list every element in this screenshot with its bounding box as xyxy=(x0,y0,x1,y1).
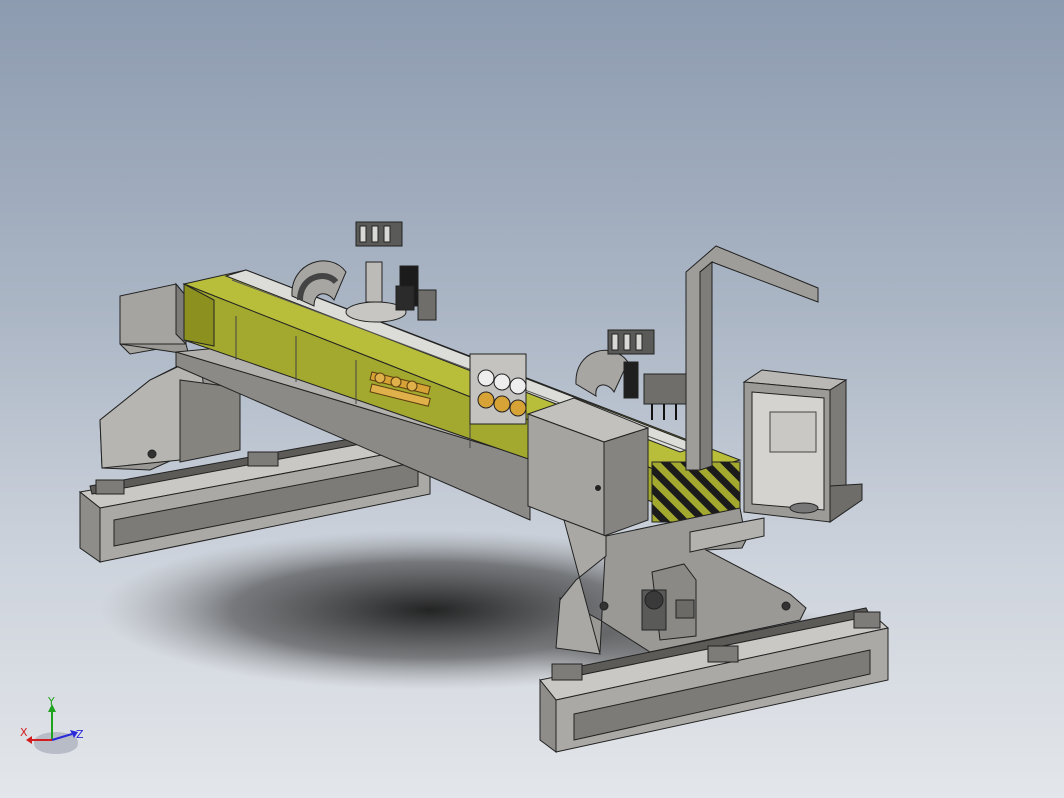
triad-base-disc xyxy=(34,732,78,754)
orientation-triad: Y X Z xyxy=(20,696,84,754)
z-axis-label: Z xyxy=(76,728,84,741)
y-axis-label: Y xyxy=(47,696,55,708)
gantry-cutting-machine-model[interactable] xyxy=(0,0,1064,798)
x-axis-label: X xyxy=(20,726,28,739)
operator-console[interactable] xyxy=(742,369,863,523)
gauge-panel[interactable] xyxy=(469,353,527,425)
cad-graphics-viewport[interactable]: Y X Z xyxy=(0,0,1064,798)
